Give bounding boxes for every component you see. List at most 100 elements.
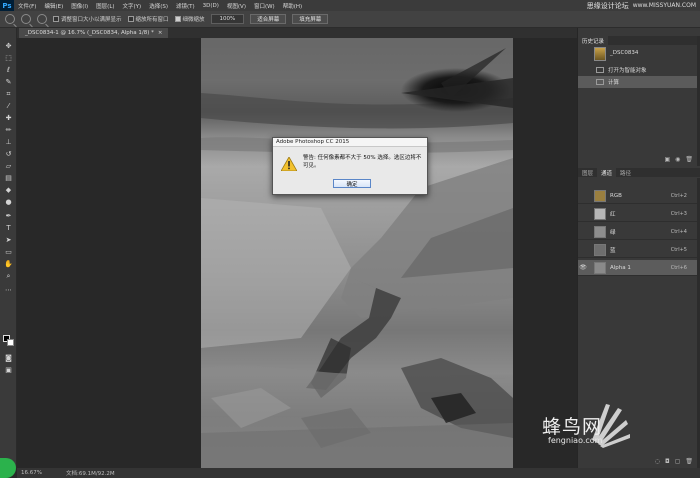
zoom-all-label: 缩放所有窗口: [135, 17, 169, 23]
history-panel-tabs: 历史记录: [578, 36, 700, 45]
menu-window[interactable]: 窗口(W): [254, 2, 275, 10]
close-tab-icon[interactable]: ×: [158, 30, 163, 36]
tab-history[interactable]: 历史记录: [578, 36, 609, 45]
blur-tool-icon[interactable]: ◆: [4, 186, 13, 194]
screen-mode-icon[interactable]: ▣: [4, 366, 13, 374]
eyedropper-tool-icon[interactable]: ⁄: [4, 102, 13, 110]
zoom-in-icon[interactable]: [21, 14, 31, 24]
history-item[interactable]: 打开为智能对象: [578, 64, 697, 76]
menu-file[interactable]: 文件(F): [18, 2, 36, 10]
scrubby-zoom-box[interactable]: [174, 16, 181, 22]
zoom-out-icon[interactable]: [37, 14, 47, 24]
dialog-message: 警告: 任何像素都不大于 50% 选择。选区边将不可见。: [303, 155, 422, 169]
more-tools-icon[interactable]: ⋯: [4, 286, 13, 294]
snapshot-icon[interactable]: ◉: [675, 156, 680, 163]
menu-3d[interactable]: 3D(D): [203, 3, 219, 9]
top-watermark-url: www.MISSYUAN.COM: [632, 2, 696, 9]
snapshot-thumbnail[interactable]: [594, 47, 606, 61]
channel-name: Alpha 1: [610, 264, 631, 271]
tab-channels[interactable]: 通道: [597, 168, 617, 177]
channel-row[interactable]: RGB Ctrl+2: [578, 188, 697, 204]
type-tool-icon[interactable]: T: [4, 224, 13, 232]
quick-select-tool-icon[interactable]: ✎: [4, 78, 13, 86]
ok-button[interactable]: 确定: [333, 179, 371, 188]
menu-type[interactable]: 文字(Y): [123, 2, 142, 10]
zoom-all-checkbox[interactable]: 缩放所有窗口: [127, 15, 169, 23]
fill-screen-button[interactable]: 填充屏幕: [292, 14, 329, 24]
history-brush-tool-icon[interactable]: ↺: [4, 150, 13, 158]
shape-tool-icon[interactable]: ▭: [4, 248, 13, 256]
channel-shortcut: Ctrl+3: [670, 210, 687, 217]
zoom-value-field[interactable]: 100%: [210, 14, 245, 24]
trash-icon[interactable]: 🗑: [685, 156, 693, 163]
fengniao-watermark-en: fengniao.com: [548, 436, 603, 445]
brush-tool-icon[interactable]: ✏: [4, 126, 13, 134]
document-tab-bar: _DSC0834-1 @ 16.7% (_DSC0834, Alpha 1/8)…: [17, 28, 577, 38]
quick-mask-icon[interactable]: ◙: [4, 354, 13, 362]
channel-row[interactable]: 蓝 Ctrl+5: [578, 242, 697, 258]
delete-channel-icon[interactable]: 🗑: [685, 458, 693, 465]
channels-footer: ◌ ◘ ▢ 🗑: [578, 456, 697, 466]
warning-dialog: Adobe Photoshop CC 2015 警告: 任何像素都不大于 50%…: [272, 137, 428, 195]
menu-view[interactable]: 视图(V): [227, 2, 246, 10]
menu-help[interactable]: 帮助(H): [283, 2, 302, 10]
canvas-area[interactable]: [17, 38, 577, 468]
channel-row[interactable]: 红 Ctrl+3: [578, 206, 697, 222]
options-bar: 调整窗口大小以满屏显示 缩放所有窗口 细微缩放 100% 适合屏幕 填充屏幕: [0, 11, 700, 28]
menu-layer[interactable]: 图层(L): [96, 2, 114, 10]
tools-panel: ✥ ⬚ ℓ ✎ ⌗ ⁄ ✚ ✏ ⊥ ↺ ▱ ▤ ◆ ● ✒ T ➤ ▭ ✋ ⌕ …: [0, 28, 17, 468]
channel-name: 绿: [610, 229, 616, 236]
channel-thumbnail: [594, 189, 606, 202]
zoom-tool-icon[interactable]: [5, 14, 15, 24]
channel-thumbnail: [594, 243, 606, 256]
tab-paths[interactable]: 路径: [616, 168, 635, 177]
resize-windows-checkbox[interactable]: 调整窗口大小以满屏显示: [53, 15, 122, 23]
crop-tool-icon[interactable]: ⌗: [4, 90, 13, 98]
dialog-title: Adobe Photoshop CC 2015: [273, 138, 427, 147]
fengniao-watermark-cn: 蜂鸟网: [542, 416, 603, 438]
history-footer: ▣ ◉ 🗑: [578, 154, 697, 164]
eraser-tool-icon[interactable]: ▱: [4, 162, 13, 170]
menu-edit[interactable]: 编辑(E): [44, 2, 63, 10]
new-document-from-state-icon[interactable]: ▣: [664, 156, 670, 163]
channel-thumbnail: [594, 261, 606, 274]
resize-windows-box[interactable]: [53, 16, 59, 22]
menu-select[interactable]: 选择(S): [149, 2, 168, 10]
channel-row[interactable]: 👁 Alpha 1 Ctrl+6: [578, 260, 697, 276]
eye-icon[interactable]: 👁: [578, 264, 588, 271]
save-selection-icon[interactable]: ◘: [665, 458, 670, 465]
document-tab[interactable]: _DSC0834-1 @ 16.7% (_DSC0834, Alpha 1/8)…: [19, 28, 169, 38]
dodge-tool-icon[interactable]: ●: [4, 198, 13, 206]
zoom-readout[interactable]: 16.67%: [21, 470, 42, 476]
hand-tool-icon[interactable]: ✋: [4, 260, 13, 268]
new-channel-icon[interactable]: ▢: [675, 458, 681, 465]
zoom-all-box[interactable]: [127, 16, 134, 22]
tab-layers[interactable]: 图层: [578, 168, 597, 177]
path-select-tool-icon[interactable]: ➤: [4, 236, 13, 244]
history-item-selected[interactable]: 计算: [578, 76, 697, 88]
document-tab-title: _DSC0834-1 @ 16.7% (_DSC0834, Alpha 1/8)…: [25, 30, 154, 36]
color-swatches[interactable]: [3, 335, 14, 346]
lasso-tool-icon[interactable]: ℓ: [4, 66, 13, 74]
pen-tool-icon[interactable]: ✒: [4, 212, 13, 220]
fit-screen-button[interactable]: 适合屏幕: [250, 14, 287, 24]
marquee-tool-icon[interactable]: ⬚: [4, 54, 13, 62]
background-color[interactable]: [7, 339, 14, 346]
load-selection-icon[interactable]: ◌: [655, 458, 660, 465]
move-tool-icon[interactable]: ✥: [4, 42, 13, 50]
menu-image[interactable]: 图像(I): [71, 2, 88, 10]
gradient-tool-icon[interactable]: ▤: [4, 174, 13, 182]
channel-name: RGB: [610, 192, 622, 199]
scrubby-zoom-checkbox[interactable]: 细微缩放: [174, 15, 205, 23]
channel-shortcut: Ctrl+5: [670, 246, 687, 253]
zoom-tool-sidebar-icon[interactable]: ⌕: [4, 272, 13, 280]
status-bar: 16.67% 文档:69.1M/92.2M: [17, 468, 700, 478]
clone-stamp-tool-icon[interactable]: ⊥: [4, 138, 13, 146]
healing-tool-icon[interactable]: ✚: [4, 114, 13, 122]
menu-filter[interactable]: 滤镜(T): [176, 2, 195, 10]
history-item-label: 计算: [608, 80, 620, 86]
history-item-label: 打开为智能对象: [608, 68, 647, 74]
channel-thumbnail: [594, 207, 606, 220]
snapshot-label[interactable]: _DSC0834: [610, 50, 638, 56]
channel-row[interactable]: 绿 Ctrl+4: [578, 224, 697, 240]
